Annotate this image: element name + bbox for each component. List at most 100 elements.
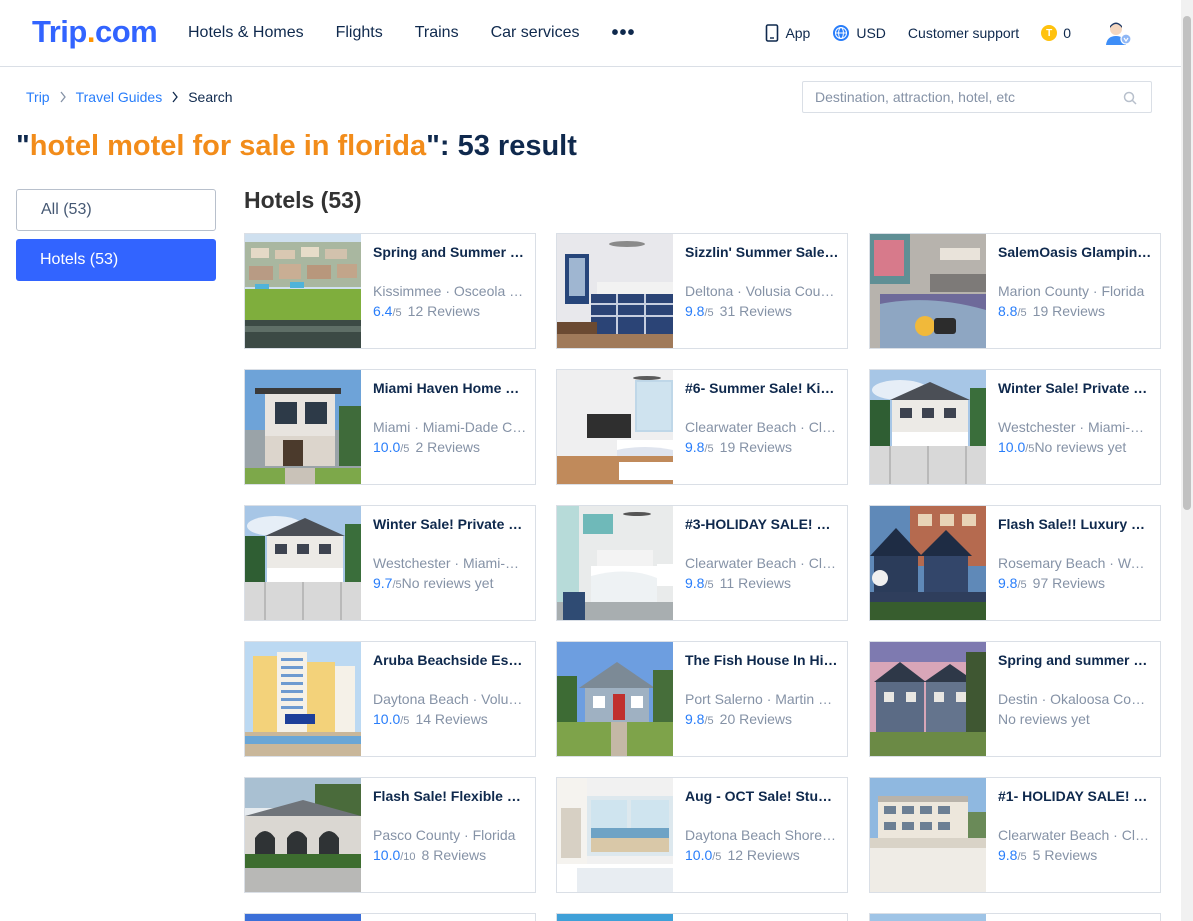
- trip-logo[interactable]: Trip.com: [32, 14, 158, 50]
- hotel-thumbnail[interactable]: [245, 370, 361, 484]
- hotel-name[interactable]: Flash Sale! Flexible Dates Pool Home: [373, 788, 527, 804]
- hotel-thumbnail[interactable]: [557, 778, 673, 892]
- coin-icon: T: [1041, 25, 1058, 41]
- hotel-thumbnail: [245, 914, 361, 921]
- filter-all[interactable]: All (53): [16, 189, 216, 231]
- hotel-name[interactable]: Sizzlin' Summer Sale! Cozy Retreat: [685, 244, 839, 260]
- hotel-thumbnail: [870, 914, 986, 921]
- hotel-location: Pasco County · Florida: [373, 827, 516, 843]
- rating-scale: /5: [704, 307, 714, 319]
- hotel-thumbnail[interactable]: [557, 370, 673, 484]
- hotel-thumbnail[interactable]: [245, 642, 361, 756]
- breadcrumb-trip[interactable]: Trip: [26, 89, 50, 105]
- hotel-name[interactable]: Winter Sale! Private Townhome: [373, 516, 527, 532]
- hotel-location: Marion County · Florida: [998, 283, 1145, 299]
- page-scrollbar[interactable]: [1181, 0, 1193, 921]
- hotel-card[interactable]: Flash Sale!! Luxury Beach Home Rosemary B…: [869, 505, 1161, 621]
- rating-scale: /5: [400, 443, 410, 455]
- hotel-card[interactable]: Winter Sale! Private Townhome Westchester…: [244, 505, 536, 621]
- hotel-card[interactable]: Sizzlin' Summer Sale! Cozy Retreat Delton…: [556, 233, 848, 349]
- review-count: 12 Reviews: [407, 303, 481, 319]
- breadcrumb-travel-guides[interactable]: Travel Guides: [76, 89, 163, 105]
- search-icon[interactable]: [1123, 91, 1137, 105]
- review-count: 8 Reviews: [421, 847, 487, 863]
- nav-hotels-homes[interactable]: Hotels & Homes: [188, 24, 304, 42]
- hotel-rating: 9.8/5 20 Reviews: [685, 711, 845, 727]
- hotel-card[interactable]: #3-HOLIDAY SALE! Beach Suite Clearwater B…: [556, 505, 848, 621]
- hotel-rating: 10.0/5 14 Reviews: [373, 711, 533, 727]
- currency-label: USD: [856, 25, 886, 41]
- hotel-name[interactable]: Spring and summer Sale! Beach Townhome: [998, 652, 1152, 668]
- hotel-card[interactable]: Spring and Summer Sale! Luxury Vacation …: [244, 233, 536, 349]
- trip-coins[interactable]: T 0: [1041, 25, 1071, 41]
- app-label: App: [785, 25, 811, 41]
- top-header: Trip.com Hotels & Homes Flights Trains C…: [0, 0, 1193, 67]
- hotel-thumbnail[interactable]: [557, 506, 673, 620]
- logo-text-trip: Trip: [32, 14, 87, 49]
- header-utilities: App USD Customer support T 0: [743, 0, 1133, 66]
- hotel-thumbnail[interactable]: [245, 234, 361, 348]
- hotel-name[interactable]: #6- Summer Sale! King Suite: [685, 380, 839, 396]
- hotel-rating: 10.0/5 2 Reviews: [373, 439, 533, 455]
- hotel-card[interactable]: The Fish House In Historic Port Salerno P…: [556, 641, 848, 757]
- rating-score: 10.0: [373, 711, 401, 727]
- rating-score: 10.0: [373, 439, 401, 455]
- hotel-name[interactable]: Aug - OCT Sale! Studio Oceanfront: [685, 788, 839, 804]
- phone-icon: [766, 24, 779, 42]
- hotel-card-partial[interactable]: [556, 913, 848, 921]
- nav-trains[interactable]: Trains: [415, 24, 459, 42]
- nav-flights[interactable]: Flights: [336, 24, 383, 42]
- hotel-name[interactable]: Miami Haven Home Retreat: [373, 380, 527, 396]
- hotel-thumbnail[interactable]: [557, 234, 673, 348]
- hotel-card[interactable]: #1- HOLIDAY SALE! Beach Condo Clearwater …: [869, 777, 1161, 893]
- hotel-name[interactable]: Aruba Beachside Escape: [373, 652, 527, 668]
- user-avatar-icon[interactable]: [1103, 18, 1133, 48]
- hotel-name[interactable]: SalemOasis Glamping Retreat: [998, 244, 1152, 260]
- hotel-location: Clearwater Beach · Clearwater: [685, 419, 839, 435]
- hotel-name[interactable]: Flash Sale!! Luxury Beach Home: [998, 516, 1152, 532]
- more-menu-icon[interactable]: •••: [611, 22, 635, 45]
- scrollbar-thumb[interactable]: [1183, 16, 1191, 510]
- hotel-thumbnail[interactable]: [870, 778, 986, 892]
- rating-score: 9.8: [998, 575, 1018, 591]
- search-input[interactable]: [815, 89, 1115, 105]
- app-download-link[interactable]: App: [765, 24, 810, 42]
- hotel-name[interactable]: #3-HOLIDAY SALE! Beach Suite: [685, 516, 839, 532]
- hotel-name[interactable]: #1- HOLIDAY SALE! Beach Condo: [998, 788, 1152, 804]
- rating-scale: /5: [1017, 851, 1027, 863]
- rating-scale: /5: [704, 443, 714, 455]
- rating-score: 9.8: [685, 439, 705, 455]
- currency-selector[interactable]: USD: [832, 24, 886, 42]
- hotel-card[interactable]: Aug - OCT Sale! Studio Oceanfront Daytona…: [556, 777, 848, 893]
- hotel-card-partial[interactable]: [244, 913, 536, 921]
- hotel-location: Clearwater Beach · Clearwater: [998, 827, 1152, 843]
- hotel-card[interactable]: Flash Sale! Flexible Dates Pool Home Pasc…: [244, 777, 536, 893]
- hotel-rating: No reviews yet: [998, 711, 1158, 727]
- hotel-card-partial[interactable]: [869, 913, 1161, 921]
- hotel-name[interactable]: The Fish House In Historic Port Salerno: [685, 652, 839, 668]
- hotel-thumbnail[interactable]: [870, 234, 986, 348]
- hotel-thumbnail[interactable]: [245, 506, 361, 620]
- hotel-card[interactable]: Miami Haven Home Retreat Miami · Miami-Da…: [244, 369, 536, 485]
- nav-car-services[interactable]: Car services: [491, 24, 580, 42]
- hotel-thumbnail[interactable]: [870, 642, 986, 756]
- hotel-card[interactable]: SalemOasis Glamping Retreat Marion County…: [869, 233, 1161, 349]
- customer-support-link[interactable]: Customer support: [908, 25, 1019, 41]
- hotel-thumbnail[interactable]: [245, 778, 361, 892]
- filter-hotels[interactable]: Hotels (53): [16, 239, 216, 281]
- hotel-thumbnail[interactable]: [557, 642, 673, 756]
- hotel-thumbnail[interactable]: [870, 370, 986, 484]
- rating-score: 10.0: [685, 847, 713, 863]
- hotel-name[interactable]: Spring and Summer Sale! Luxury Vacation …: [373, 244, 527, 260]
- hotel-location: Westchester · Miami-Dade: [998, 419, 1152, 435]
- main-nav: Hotels & Homes Flights Trains Car servic…: [188, 0, 636, 66]
- hotel-location: Clearwater Beach · Clearwater: [685, 555, 839, 571]
- hotel-card[interactable]: Aruba Beachside Escape Daytona Beach · Vo…: [244, 641, 536, 757]
- hotel-card[interactable]: Spring and summer Sale! Beach Townhome De…: [869, 641, 1161, 757]
- hotel-location: Rosemary Beach · Walton County: [998, 555, 1152, 571]
- hotel-card[interactable]: Winter Sale! Private Townhome Westchester…: [869, 369, 1161, 485]
- hotel-name[interactable]: Winter Sale! Private Townhome: [998, 380, 1152, 396]
- hotel-thumbnail[interactable]: [870, 506, 986, 620]
- review-count: No reviews yet: [401, 575, 494, 591]
- hotel-card[interactable]: #6- Summer Sale! King Suite Clearwater Be…: [556, 369, 848, 485]
